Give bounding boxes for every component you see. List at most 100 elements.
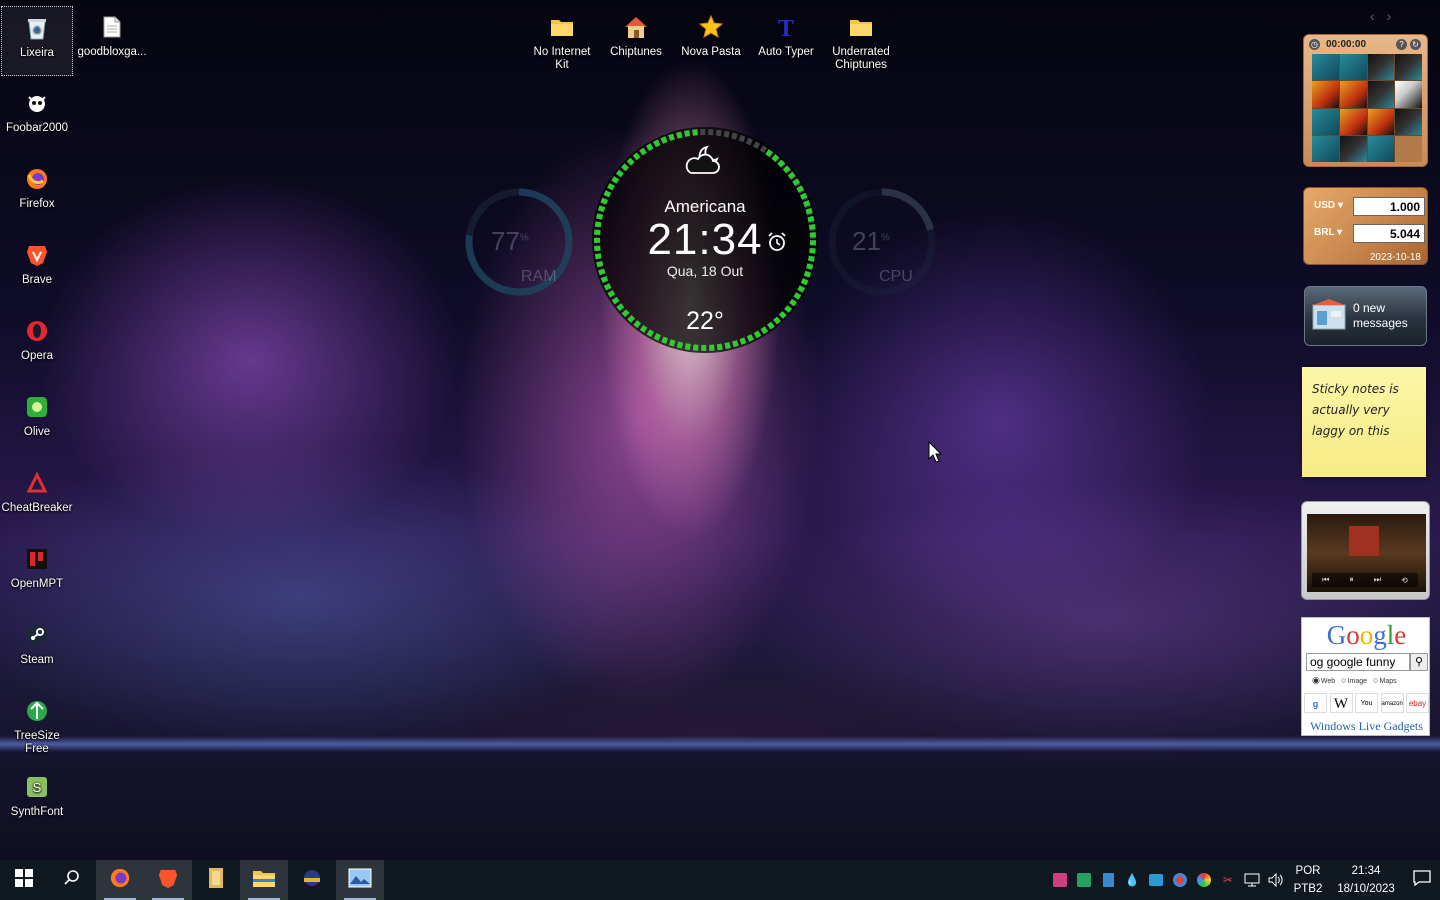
desktop-icon-openmpt[interactable]: OpenMPT	[1, 538, 73, 608]
tray-droplet-icon[interactable]: 💧	[1120, 860, 1144, 900]
puzzle-tile[interactable]	[1367, 81, 1395, 108]
file-cabinet-icon	[207, 867, 225, 894]
chevron-down-icon: ▾	[1337, 227, 1343, 238]
puzzle-tile[interactable]	[1312, 108, 1339, 135]
currency-to-amount[interactable]: 5.044	[1353, 224, 1425, 243]
puzzle-tile[interactable]	[1339, 81, 1367, 108]
tray-tools-icon[interactable]: ✂	[1216, 860, 1240, 900]
puzzle-tile[interactable]	[1395, 108, 1422, 135]
tray-sync-icon[interactable]	[1144, 860, 1168, 900]
taskbar-app-generic[interactable]	[288, 860, 336, 900]
desktop-icon-firefox[interactable]: Firefox	[1, 158, 73, 228]
taskbar-app-file-explorer[interactable]	[240, 860, 288, 900]
previous-icon[interactable]: ⏮	[1322, 575, 1329, 585]
puzzle-tile[interactable]	[1339, 54, 1367, 81]
repeat-icon[interactable]: ⟲	[1401, 576, 1408, 585]
search-button[interactable]	[48, 860, 96, 900]
currency-to-select[interactable]: BRL ▾	[1314, 227, 1342, 238]
puzzle-tile[interactable]	[1312, 54, 1339, 81]
image-viewer-icon	[348, 868, 372, 893]
chevron-right-icon[interactable]: ›	[1387, 8, 1392, 24]
tray-calculator-icon[interactable]	[1096, 860, 1120, 900]
puzzle-tile[interactable]	[1367, 135, 1395, 162]
system-tray: 💧 ✂ POR PTB2 21:34 18/10/2023	[1048, 860, 1440, 900]
pause-icon[interactable]: ⏸	[1350, 575, 1354, 585]
desktop-icon-recycle-bin[interactable]: ♻ Lixeira	[1, 6, 73, 76]
windows-live-gadgets-link[interactable]: Windows Live Gadgets	[1302, 719, 1431, 734]
app-icon	[301, 867, 323, 894]
desktop-icon-nova-pasta[interactable]: Nova Pasta	[675, 6, 747, 76]
google-logo: Google	[1326, 620, 1407, 650]
amazon-link-icon[interactable]: amazon	[1380, 693, 1404, 713]
puzzle-tile[interactable]	[1367, 54, 1395, 81]
desktop-icon-no-internet-kit[interactable]: No Internet Kit	[526, 6, 598, 76]
desktop-icon-auto-typer[interactable]: T Auto Typer	[750, 6, 822, 76]
puzzle-tile[interactable]	[1312, 81, 1339, 108]
taskbar-app-firefox[interactable]	[96, 860, 144, 900]
wikipedia-link-icon[interactable]: W	[1329, 693, 1353, 713]
desktop-icon-chiptunes[interactable]: Chiptunes	[600, 6, 672, 76]
network-icon[interactable]	[1240, 860, 1264, 900]
desktop-icon-opera[interactable]: Opera	[1, 310, 73, 380]
language-indicator[interactable]: POR PTB2	[1288, 862, 1328, 898]
puzzle-tile[interactable]	[1395, 81, 1422, 108]
puzzle-tile[interactable]	[1339, 108, 1367, 135]
chevron-left-icon[interactable]: ‹	[1370, 8, 1375, 24]
currency-from-select[interactable]: USD ▾	[1314, 200, 1343, 211]
cheatbreaker-icon	[20, 466, 54, 500]
picture-puzzle-gadget[interactable]: ◷ 00:00:00 ? ↻	[1303, 34, 1428, 167]
puzzle-tile-blank[interactable]	[1395, 135, 1422, 162]
youtube-link-icon[interactable]: You	[1355, 693, 1378, 713]
desktop-icon-underrated-chiptunes[interactable]: Underrated Chiptunes	[825, 6, 897, 76]
desktop-icon-treesize[interactable]: TreeSize Free	[1, 690, 73, 760]
currency-converter-gadget: USD ▾ 1.000 BRL ▾ 5.044 2023-10-18	[1303, 187, 1428, 265]
taskbar-app-brave[interactable]	[144, 860, 192, 900]
steam-icon	[20, 618, 54, 652]
folder-icon	[252, 868, 276, 893]
puzzle-tile[interactable]	[1367, 108, 1395, 135]
radio-maps[interactable]: Maps	[1373, 675, 1396, 686]
taskbar-app-image-viewer[interactable]	[336, 860, 384, 900]
radio-web[interactable]: Web	[1312, 675, 1335, 686]
radio-image[interactable]: Image	[1341, 675, 1367, 686]
desktop-icon-olive[interactable]: Olive	[1, 386, 73, 456]
google-link-icon[interactable]: g	[1304, 693, 1327, 713]
sticky-note[interactable]: Sticky notes is actually very laggy on t…	[1302, 367, 1426, 477]
mail-gadget[interactable]: 0 new messages	[1304, 286, 1427, 346]
tray-app-icon[interactable]	[1048, 860, 1072, 900]
ram-value: 77%	[491, 226, 529, 256]
desktop-icon-brave[interactable]: Brave	[1, 234, 73, 304]
desktop-icon-cheatbreaker[interactable]: CheatBreaker	[1, 462, 73, 532]
desktop-icon-synthfont[interactable]: S SynthFont	[1, 766, 73, 836]
shuffle-icon[interactable]: ↻	[1410, 39, 1421, 50]
taskbar-app-files[interactable]	[192, 860, 240, 900]
tray-colorwheel-icon[interactable]	[1192, 860, 1216, 900]
start-button[interactable]	[0, 860, 48, 900]
volume-icon[interactable]	[1264, 860, 1288, 900]
taskbar-clock[interactable]: 21:34 18/10/2023	[1328, 862, 1404, 898]
currency-from-amount[interactable]: 1.000	[1353, 197, 1425, 216]
media-thumbnail	[1349, 526, 1379, 556]
desktop-icon-goodbloxga[interactable]: goodbloxga...	[76, 6, 148, 76]
search-type-options: Web Image Maps	[1312, 675, 1397, 686]
desktop-icon-foobar2000[interactable]: Foobar2000	[1, 82, 73, 152]
opera-icon	[20, 314, 54, 348]
media-player-gadget[interactable]: ⏮ ⏸ ⏭ ⟲	[1301, 501, 1430, 600]
desktop-icon-label: Underrated Chiptunes	[832, 46, 890, 71]
search-icon[interactable]: ⚲	[1410, 653, 1428, 671]
next-icon[interactable]: ⏭	[1374, 575, 1381, 585]
puzzle-tile[interactable]	[1312, 135, 1339, 162]
desktop-icon-steam[interactable]: Steam	[1, 614, 73, 684]
puzzle-tile[interactable]	[1339, 135, 1367, 162]
tray-chrome-icon[interactable]	[1168, 860, 1192, 900]
ebay-link-icon[interactable]: ebay	[1406, 693, 1429, 713]
notification-center-button[interactable]	[1404, 860, 1440, 900]
clock-weather-widget[interactable]: Americana 21:34 Qua, 18 Out 22°	[592, 127, 818, 353]
desktop-icon-label: Opera	[21, 350, 53, 362]
puzzle-tile[interactable]	[1395, 54, 1422, 81]
puzzle-grid[interactable]	[1312, 54, 1422, 162]
desktop-icon-label: Brave	[21, 274, 53, 286]
tray-grid-icon[interactable]	[1072, 860, 1096, 900]
google-search-input[interactable]: og google funny	[1306, 653, 1410, 671]
help-icon[interactable]: ?	[1396, 39, 1407, 50]
